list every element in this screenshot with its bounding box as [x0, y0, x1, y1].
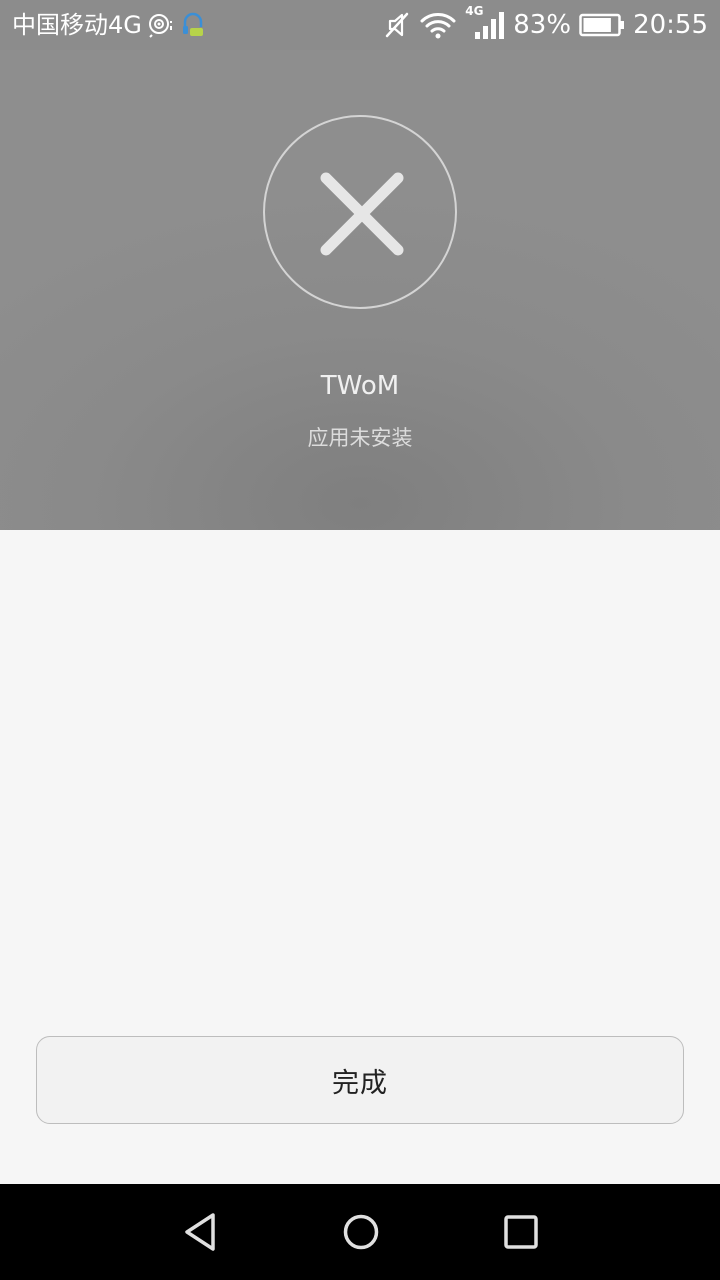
nav-back-button[interactable]: [171, 1202, 231, 1262]
install-result-screen: TWoM 应用未安装 中国移动4G 4G 83% 20:55 完成: [0, 0, 720, 1280]
close-icon: [320, 172, 404, 256]
mute-icon: [386, 12, 409, 38]
failure-circle: [263, 115, 457, 309]
done-button-label: 完成: [332, 1067, 388, 1099]
nav-recents-button[interactable]: [491, 1202, 551, 1262]
carrier-name: 中国移动4G: [12, 11, 142, 39]
headset-app-icon: [182, 12, 203, 36]
install-status-text: 应用未安装: [307, 426, 413, 450]
wifi-icon: [420, 13, 456, 39]
nav-home-button[interactable]: [331, 1202, 391, 1262]
app-name: TWoM: [320, 371, 400, 401]
battery-icon: [579, 13, 625, 37]
home-icon: [343, 1214, 379, 1250]
battery-percent: 83%: [513, 10, 572, 40]
recents-icon: [504, 1215, 538, 1249]
status-bar-right: 4G 83% 20:55: [385, 4, 708, 42]
status-bar-left: 中国移动4G: [12, 8, 206, 42]
result-header: TWoM 应用未安装: [0, 0, 720, 530]
back-icon: [185, 1213, 215, 1251]
status-bar: 中国移动4G 4G 83% 20:55: [0, 0, 720, 50]
signal-icon: [475, 12, 505, 39]
clock-time: 20:55: [633, 10, 708, 40]
navigation-bar: [0, 1184, 720, 1280]
done-button[interactable]: 完成: [36, 1036, 684, 1124]
cellular-signal: 4G: [465, 4, 505, 42]
hotspot-icon: [148, 14, 172, 38]
